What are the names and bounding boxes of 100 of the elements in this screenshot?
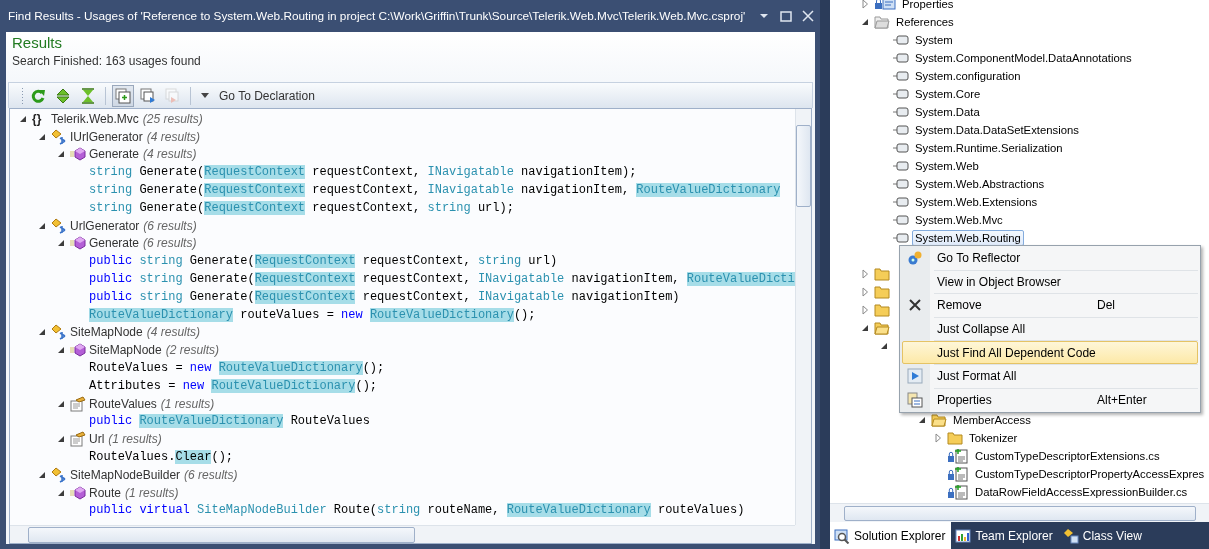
tree-item-label[interactable]: Url (89, 432, 105, 447)
class-icon (51, 466, 67, 483)
collapse-arrow-icon[interactable] (56, 149, 66, 160)
solution-tree-item[interactable]: System.Web.Mvc (912, 212, 1006, 228)
code-line[interactable]: string Generate(RequestContext requestContext, INavigatable navigationItem, RouteValueDictionary (89, 183, 781, 198)
class-icon (51, 324, 67, 341)
solution-tree-item[interactable]: System.Data.DataSetExtensions (912, 122, 1082, 138)
solution-tree-item[interactable]: System.Runtime.Serialization (912, 140, 1066, 156)
tree-item-label[interactable]: Generate (89, 236, 140, 251)
panel-tab[interactable]: Class View (1058, 522, 1148, 549)
tree-item-label[interactable]: SiteMapNodeBuilder (70, 467, 181, 482)
maximize-button[interactable] (779, 9, 793, 23)
collapse-arrow-icon[interactable] (56, 238, 66, 249)
solution-tree-item[interactable]: System.Core (912, 86, 984, 102)
reference-icon (893, 230, 909, 246)
expand-arrow-icon[interactable] (860, 305, 870, 315)
panel-tab[interactable]: Team Explorer (951, 522, 1059, 549)
code-line[interactable]: public string Generate(RequestContext requestContext, INavigatable navigationItem) (89, 289, 680, 304)
solution-tree-item[interactable]: System (912, 32, 956, 48)
play-icon (907, 368, 923, 385)
panel-tab[interactable]: Solution Explorer (830, 522, 952, 549)
scrollbar-thumb[interactable] (796, 125, 811, 207)
expand-arrow-icon[interactable] (933, 433, 943, 443)
scrollbar-thumb[interactable] (28, 526, 415, 543)
menu-item[interactable]: Remove Del (902, 294, 1198, 317)
locked-file-icon (947, 484, 969, 500)
tree-item-label[interactable]: Telerik.Web.Mvc (51, 111, 139, 126)
expand-arrow-icon[interactable] (860, 269, 870, 279)
solution-tree-item[interactable]: Tokenizer (966, 430, 1021, 446)
tree-item-label[interactable]: SiteMapNode (70, 325, 143, 340)
collapse-arrow-icon[interactable] (917, 415, 927, 425)
scrollbar-thumb[interactable] (844, 505, 1196, 521)
locked-file-icon (947, 466, 969, 482)
result-count: (25 results) (142, 111, 203, 126)
next-icon (140, 87, 156, 104)
search-summary: Search Finished: 163 usages found (12, 54, 202, 68)
collapse-arrow-icon[interactable] (56, 434, 66, 445)
solution-tree-item[interactable]: System.Web.Extensions (912, 194, 1041, 210)
collapse-arrow-icon[interactable] (37, 327, 47, 338)
solution-tree-item[interactable]: Properties (899, 0, 957, 12)
solution-tree-item[interactable]: MemberAccess (950, 412, 1034, 428)
solution-tree-item[interactable]: DataRowFieldAccessExpressionBuilder.cs (972, 484, 1191, 500)
result-count: (4 results) (143, 147, 197, 162)
class-icon (51, 217, 67, 234)
tree-item-label[interactable]: Route (89, 485, 122, 500)
group-icon (115, 87, 131, 104)
horizontal-scrollbar[interactable] (10, 525, 795, 543)
solution-tree-item[interactable]: CustomTypeDescriptorExtensions.cs (972, 448, 1163, 464)
results-heading: Results (12, 34, 64, 51)
code-line[interactable]: RouteValues.Clear(); (89, 450, 234, 465)
tree-item-label[interactable]: SiteMapNode (89, 343, 162, 358)
solution-tree-item[interactable]: System.Web.Routing (912, 230, 1024, 246)
open-folder-icon (874, 14, 890, 30)
solution-tree-item[interactable]: System.Web (912, 158, 982, 174)
collapse-arrow-icon[interactable] (860, 323, 870, 333)
code-line[interactable]: string Generate(RequestContext requestContext, INavigatable navigationItem); (89, 165, 637, 180)
tree-item-label[interactable]: IUrlGenerator (70, 129, 143, 144)
tree-item-label[interactable]: RouteValues (89, 396, 157, 411)
collapse-arrow-icon[interactable] (879, 341, 889, 351)
result-count: (1 results) (125, 485, 179, 500)
code-line[interactable]: RouteValueDictionary routeValues = new RouteValueDictionary(); (89, 307, 536, 322)
collapse-arrow-icon[interactable] (56, 345, 66, 356)
reference-icon (893, 86, 909, 102)
menu-item[interactable]: Properties Alt+Enter (902, 388, 1198, 412)
solution-tree-item[interactable]: System.Data (912, 104, 983, 120)
result-count: (4 results) (146, 129, 201, 144)
group-button[interactable] (112, 84, 134, 107)
vertical-scrollbar[interactable] (795, 109, 811, 525)
menu-item[interactable]: Just Format All (902, 364, 1198, 388)
code-line[interactable]: public string Generate(RequestContext requestContext, string url) (89, 254, 558, 269)
solution-tree-item[interactable]: System.configuration (912, 68, 1024, 84)
horizontal-scrollbar[interactable] (830, 503, 1209, 522)
collapse-arrow-icon[interactable] (860, 17, 870, 27)
solution-tree-item[interactable]: References (893, 14, 957, 30)
tree-item-label[interactable]: UrlGenerator (70, 218, 140, 233)
menu-item[interactable]: Just Find All Dependent Code (902, 341, 1198, 364)
magnifier-icon (834, 527, 850, 544)
property-icon (70, 395, 86, 412)
expand-arrow-icon[interactable] (860, 0, 870, 9)
result-count: (4 results) (146, 325, 201, 340)
result-count: (1 results) (108, 432, 162, 447)
folder-icon (874, 302, 890, 318)
reference-icon (893, 104, 909, 120)
menu-item[interactable]: Just Collapse All (902, 317, 1198, 341)
open-folder-icon (931, 412, 947, 428)
close-button[interactable] (801, 9, 815, 23)
solution-tree-item[interactable]: System.ComponentModel.DataAnnotations (912, 50, 1135, 66)
solution-tree-item[interactable]: System.Web.Abstractions (912, 176, 1048, 192)
code-line[interactable]: string Generate(RequestContext requestContext, string url); (89, 200, 514, 215)
reference-icon (893, 212, 909, 228)
tree-item-label[interactable]: Generate (89, 147, 140, 162)
menu-item[interactable]: View in Object Browser (902, 270, 1198, 294)
code-line[interactable]: RouteValues = new RouteValueDictionary(); (89, 361, 385, 376)
expand-arrow-icon[interactable] (860, 287, 870, 297)
go-to-declaration-button[interactable]: Go To Declaration (197, 88, 319, 103)
menu-item[interactable]: Go To Reflector (902, 247, 1198, 270)
code-line[interactable]: public virtual SiteMapNodeBuilder Route(string routeName, RouteValueDictionary routeValues) (89, 503, 745, 518)
solution-tree-item[interactable]: CustomTypeDescriptorPropertyAccessExpres (972, 466, 1208, 482)
reference-icon (893, 158, 909, 174)
code-line[interactable]: public string Generate(RequestContext requestContext, INavigatable navigationItem, RouteValueDicti (89, 272, 795, 287)
